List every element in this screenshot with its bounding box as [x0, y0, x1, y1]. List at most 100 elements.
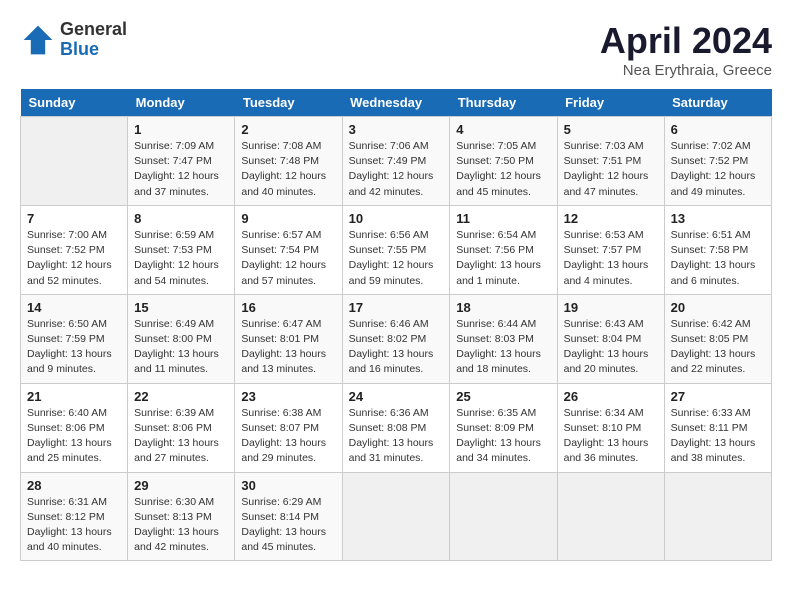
day-number: 6: [671, 122, 765, 137]
calendar-cell: 16Sunrise: 6:47 AMSunset: 8:01 PMDayligh…: [235, 294, 342, 383]
calendar-cell: 21 Sunrise: 6:40 AMSunset: 8:06 PMDayligh…: [21, 383, 128, 472]
day-number: 28: [27, 478, 121, 493]
calendar-cell: 14Sunrise: 6:50 AMSunset: 7:59 PMDayligh…: [21, 294, 128, 383]
day-number: 2: [241, 122, 335, 137]
day-info: Sunrise: 7:06 AMSunset: 7:49 PMDaylight:…: [349, 139, 444, 200]
day-info: Sunrise: 6:46 AMSunset: 8:02 PMDaylight:…: [349, 317, 444, 378]
subtitle: Nea Erythraia, Greece: [600, 62, 772, 79]
calendar-cell: 10Sunrise: 6:56 AMSunset: 7:55 PMDayligh…: [342, 205, 450, 294]
calendar-body: 1 Sunrise: 7:09 AMSunset: 7:47 PMDaylight…: [21, 117, 772, 561]
day-info: Sunrise: 6:54 AMSunset: 7:56 PMDaylight:…: [456, 228, 550, 289]
calendar-cell: 24 Sunrise: 6:36 AMSunset: 8:08 PMDayligh…: [342, 383, 450, 472]
calendar-cell: 26 Sunrise: 6:34 AMSunset: 8:10 PMDayligh…: [557, 383, 664, 472]
day-number: 5: [564, 122, 658, 137]
day-of-week-monday: Monday: [128, 89, 235, 117]
day-number: 17: [349, 300, 444, 315]
day-info: Sunrise: 7:00 AMSunset: 7:52 PMDaylight:…: [27, 228, 121, 289]
day-number: 15: [134, 300, 228, 315]
logo-blue-text: Blue: [60, 40, 127, 60]
day-info: Sunrise: 7:05 AMSunset: 7:50 PMDaylight:…: [456, 139, 550, 200]
day-info: Sunrise: 7:02 AMSunset: 7:52 PMDaylight:…: [671, 139, 765, 200]
day-info: Sunrise: 7:03 AMSunset: 7:51 PMDaylight:…: [564, 139, 658, 200]
calendar-cell: 8 Sunrise: 6:59 AMSunset: 7:53 PMDaylight…: [128, 205, 235, 294]
day-of-week-tuesday: Tuesday: [235, 89, 342, 117]
calendar-cell: 2 Sunrise: 7:08 AMSunset: 7:48 PMDaylight…: [235, 117, 342, 206]
day-of-week-friday: Friday: [557, 89, 664, 117]
calendar-cell: 23 Sunrise: 6:38 AMSunset: 8:07 PMDayligh…: [235, 383, 342, 472]
calendar-cell: 11 Sunrise: 6:54 AMSunset: 7:56 PMDayligh…: [450, 205, 557, 294]
calendar-cell: 13 Sunrise: 6:51 AMSunset: 7:58 PMDayligh…: [664, 205, 771, 294]
day-number: 18: [456, 300, 550, 315]
calendar-cell: 4Sunrise: 7:05 AMSunset: 7:50 PMDaylight…: [450, 117, 557, 206]
day-info: Sunrise: 6:30 AMSunset: 8:13 PMDaylight:…: [134, 495, 228, 556]
day-info: Sunrise: 6:31 AMSunset: 8:12 PMDaylight:…: [27, 495, 121, 556]
day-number: 13: [671, 211, 765, 226]
day-number: 7: [27, 211, 121, 226]
day-info: Sunrise: 6:51 AMSunset: 7:58 PMDaylight:…: [671, 228, 765, 289]
calendar-cell: 5 Sunrise: 7:03 AMSunset: 7:51 PMDaylight…: [557, 117, 664, 206]
logo-text: General Blue: [60, 20, 127, 60]
calendar-cell: 28 Sunrise: 6:31 AMSunset: 8:12 PMDayligh…: [21, 472, 128, 561]
day-info: Sunrise: 6:49 AMSunset: 8:00 PMDaylight:…: [134, 317, 228, 378]
day-info: Sunrise: 6:35 AMSunset: 8:09 PMDaylight:…: [456, 406, 550, 467]
calendar-week-2: 7 Sunrise: 7:00 AMSunset: 7:52 PMDaylight…: [21, 205, 772, 294]
day-number: 8: [134, 211, 228, 226]
calendar-cell: [664, 472, 771, 561]
calendar-header: SundayMondayTuesdayWednesdayThursdayFrid…: [21, 89, 772, 117]
day-info: Sunrise: 6:59 AMSunset: 7:53 PMDaylight:…: [134, 228, 228, 289]
calendar-cell: 7 Sunrise: 7:00 AMSunset: 7:52 PMDaylight…: [21, 205, 128, 294]
day-number: 27: [671, 389, 765, 404]
day-number: 12: [564, 211, 658, 226]
day-header-row: SundayMondayTuesdayWednesdayThursdayFrid…: [21, 89, 772, 117]
day-info: Sunrise: 6:34 AMSunset: 8:10 PMDaylight:…: [564, 406, 658, 467]
calendar-cell: 15 Sunrise: 6:49 AMSunset: 8:00 PMDayligh…: [128, 294, 235, 383]
day-info: Sunrise: 6:40 AMSunset: 8:06 PMDaylight:…: [27, 406, 121, 467]
calendar-cell: 18 Sunrise: 6:44 AMSunset: 8:03 PMDayligh…: [450, 294, 557, 383]
day-number: 20: [671, 300, 765, 315]
day-info: Sunrise: 7:09 AMSunset: 7:47 PMDaylight:…: [134, 139, 228, 200]
day-number: 30: [241, 478, 335, 493]
calendar-cell: 30 Sunrise: 6:29 AMSunset: 8:14 PMDayligh…: [235, 472, 342, 561]
day-number: 21: [27, 389, 121, 404]
day-info: Sunrise: 6:47 AMSunset: 8:01 PMDaylight:…: [241, 317, 335, 378]
calendar-cell: 6 Sunrise: 7:02 AMSunset: 7:52 PMDaylight…: [664, 117, 771, 206]
day-of-week-thursday: Thursday: [450, 89, 557, 117]
title-section: April 2024 Nea Erythraia, Greece: [600, 20, 772, 79]
calendar-cell: 17 Sunrise: 6:46 AMSunset: 8:02 PMDayligh…: [342, 294, 450, 383]
day-info: Sunrise: 6:43 AMSunset: 8:04 PMDaylight:…: [564, 317, 658, 378]
calendar-cell: 27 Sunrise: 6:33 AMSunset: 8:11 PMDayligh…: [664, 383, 771, 472]
calendar-week-1: 1 Sunrise: 7:09 AMSunset: 7:47 PMDaylight…: [21, 117, 772, 206]
calendar-cell: 25 Sunrise: 6:35 AMSunset: 8:09 PMDayligh…: [450, 383, 557, 472]
day-info: Sunrise: 6:38 AMSunset: 8:07 PMDaylight:…: [241, 406, 335, 467]
calendar-cell: 20Sunrise: 6:42 AMSunset: 8:05 PMDayligh…: [664, 294, 771, 383]
calendar-cell: 1 Sunrise: 7:09 AMSunset: 7:47 PMDaylight…: [128, 117, 235, 206]
main-title: April 2024: [600, 20, 772, 62]
logo-general-text: General: [60, 20, 127, 40]
calendar-cell: [557, 472, 664, 561]
day-info: Sunrise: 6:29 AMSunset: 8:14 PMDaylight:…: [241, 495, 335, 556]
calendar-cell: [342, 472, 450, 561]
day-info: Sunrise: 6:57 AMSunset: 7:54 PMDaylight:…: [241, 228, 335, 289]
day-info: Sunrise: 6:44 AMSunset: 8:03 PMDaylight:…: [456, 317, 550, 378]
day-number: 25: [456, 389, 550, 404]
day-number: 9: [241, 211, 335, 226]
day-of-week-saturday: Saturday: [664, 89, 771, 117]
calendar-cell: 9 Sunrise: 6:57 AMSunset: 7:54 PMDaylight…: [235, 205, 342, 294]
calendar-cell: 22Sunrise: 6:39 AMSunset: 8:06 PMDayligh…: [128, 383, 235, 472]
day-number: 24: [349, 389, 444, 404]
day-number: 1: [134, 122, 228, 137]
day-info: Sunrise: 6:33 AMSunset: 8:11 PMDaylight:…: [671, 406, 765, 467]
day-number: 3: [349, 122, 444, 137]
day-of-week-sunday: Sunday: [21, 89, 128, 117]
day-number: 29: [134, 478, 228, 493]
day-number: 23: [241, 389, 335, 404]
day-info: Sunrise: 7:08 AMSunset: 7:48 PMDaylight:…: [241, 139, 335, 200]
day-number: 10: [349, 211, 444, 226]
day-number: 11: [456, 211, 550, 226]
day-of-week-wednesday: Wednesday: [342, 89, 450, 117]
day-number: 14: [27, 300, 121, 315]
calendar-cell: 12Sunrise: 6:53 AMSunset: 7:57 PMDayligh…: [557, 205, 664, 294]
day-info: Sunrise: 6:36 AMSunset: 8:08 PMDaylight:…: [349, 406, 444, 467]
calendar-week-4: 21 Sunrise: 6:40 AMSunset: 8:06 PMDayligh…: [21, 383, 772, 472]
day-number: 26: [564, 389, 658, 404]
